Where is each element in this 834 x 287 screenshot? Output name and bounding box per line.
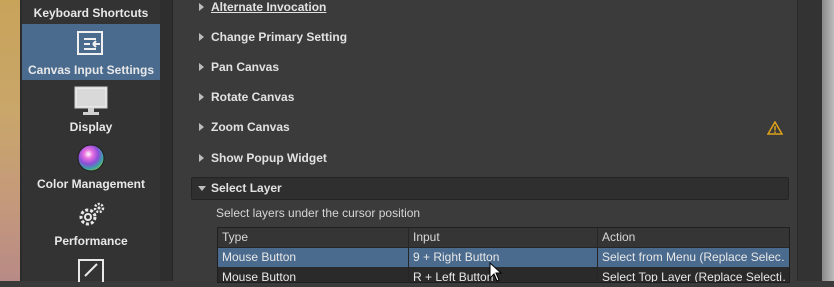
- action-title: Rotate Canvas: [211, 90, 295, 104]
- sidebar-item-keyboard-shortcuts[interactable]: Keyboard Shortcuts: [22, 0, 160, 24]
- sidebar-item-brush[interactable]: [22, 251, 160, 285]
- action-row-change-primary-setting[interactable]: Change Primary Setting: [173, 22, 797, 52]
- action-description: Select layers under the cursor position: [216, 206, 421, 220]
- chevron-right-icon: [199, 33, 204, 41]
- chevron-right-icon: [199, 3, 204, 11]
- settings-sidebar: Keyboard Shortcuts Canvas Input Settings…: [22, 0, 160, 285]
- sidebar-item-display[interactable]: Display: [22, 80, 160, 137]
- action-row-rotate-canvas[interactable]: Rotate Canvas: [173, 82, 797, 112]
- sidebar-item-label: Display: [69, 120, 113, 134]
- sidebar-item-color-management[interactable]: Color Management: [22, 137, 160, 194]
- chevron-right-icon: [199, 123, 204, 131]
- sidebar-item-performance[interactable]: Performance: [22, 194, 160, 251]
- sidebar-item-canvas-input-settings[interactable]: Canvas Input Settings: [22, 24, 160, 80]
- sidebar-scrollbar[interactable]: [160, 0, 173, 281]
- action-title: Show Popup Widget: [211, 151, 327, 165]
- main-scrollbar[interactable]: [797, 0, 823, 281]
- cell-action: Select from Menu (Replace Selec…: [602, 250, 786, 264]
- chevron-right-icon: [199, 154, 204, 162]
- sidebar-item-label: Performance: [54, 234, 128, 248]
- brush-icon: [77, 258, 105, 287]
- warning-icon[interactable]: [766, 120, 784, 140]
- column-divider: [597, 228, 598, 282]
- chevron-right-icon: [199, 63, 204, 71]
- cell-action: Select Top Layer (Replace Selecti…: [602, 270, 786, 283]
- cell-input: 9 + Right Button: [413, 250, 500, 264]
- action-title: Change Primary Setting: [211, 30, 348, 44]
- canvas-input-actions-panel: Alternate Invocation Change Primary Sett…: [173, 0, 797, 283]
- action-row-show-popup-widget[interactable]: Show Popup Widget: [173, 143, 797, 173]
- color-wheel-icon: [76, 143, 106, 178]
- gears-icon: [76, 200, 106, 235]
- sidebar-item-label: Canvas Input Settings: [27, 63, 155, 77]
- action-row-alternate-invocation[interactable]: Alternate Invocation: [173, 0, 797, 22]
- table-header: Type Input Action: [218, 228, 789, 248]
- shortcut-table: Type Input Action Mouse Button 9 + Right…: [217, 227, 790, 283]
- table-row[interactable]: Mouse Button 9 + Right Button Select fro…: [218, 248, 789, 267]
- mouse-cursor-icon: [489, 261, 503, 287]
- action-title: Alternate Invocation: [211, 0, 327, 14]
- monitor-icon: [74, 86, 108, 121]
- action-row-pan-canvas[interactable]: Pan Canvas: [173, 52, 797, 82]
- chevron-down-icon: [198, 186, 206, 191]
- column-header-type[interactable]: Type: [222, 230, 248, 244]
- column-divider: [408, 228, 409, 282]
- canvas-input-icon: [76, 30, 106, 63]
- action-title: Zoom Canvas: [211, 120, 290, 134]
- chevron-right-icon: [199, 93, 204, 101]
- sidebar-item-label: Keyboard Shortcuts: [33, 6, 149, 20]
- background-strip: [0, 0, 20, 281]
- cell-type: Mouse Button: [222, 270, 297, 283]
- action-row-zoom-canvas[interactable]: Zoom Canvas: [173, 112, 797, 142]
- action-header-select-layer[interactable]: Select Layer: [191, 177, 789, 200]
- column-header-action[interactable]: Action: [602, 230, 635, 244]
- sidebar-item-label: Color Management: [36, 177, 145, 191]
- window-edge: [822, 0, 834, 281]
- action-title: Select Layer: [211, 181, 282, 195]
- cell-type: Mouse Button: [222, 250, 297, 264]
- column-header-input[interactable]: Input: [413, 230, 440, 244]
- action-title: Pan Canvas: [211, 60, 280, 74]
- cell-input: R + Left Button: [413, 270, 494, 283]
